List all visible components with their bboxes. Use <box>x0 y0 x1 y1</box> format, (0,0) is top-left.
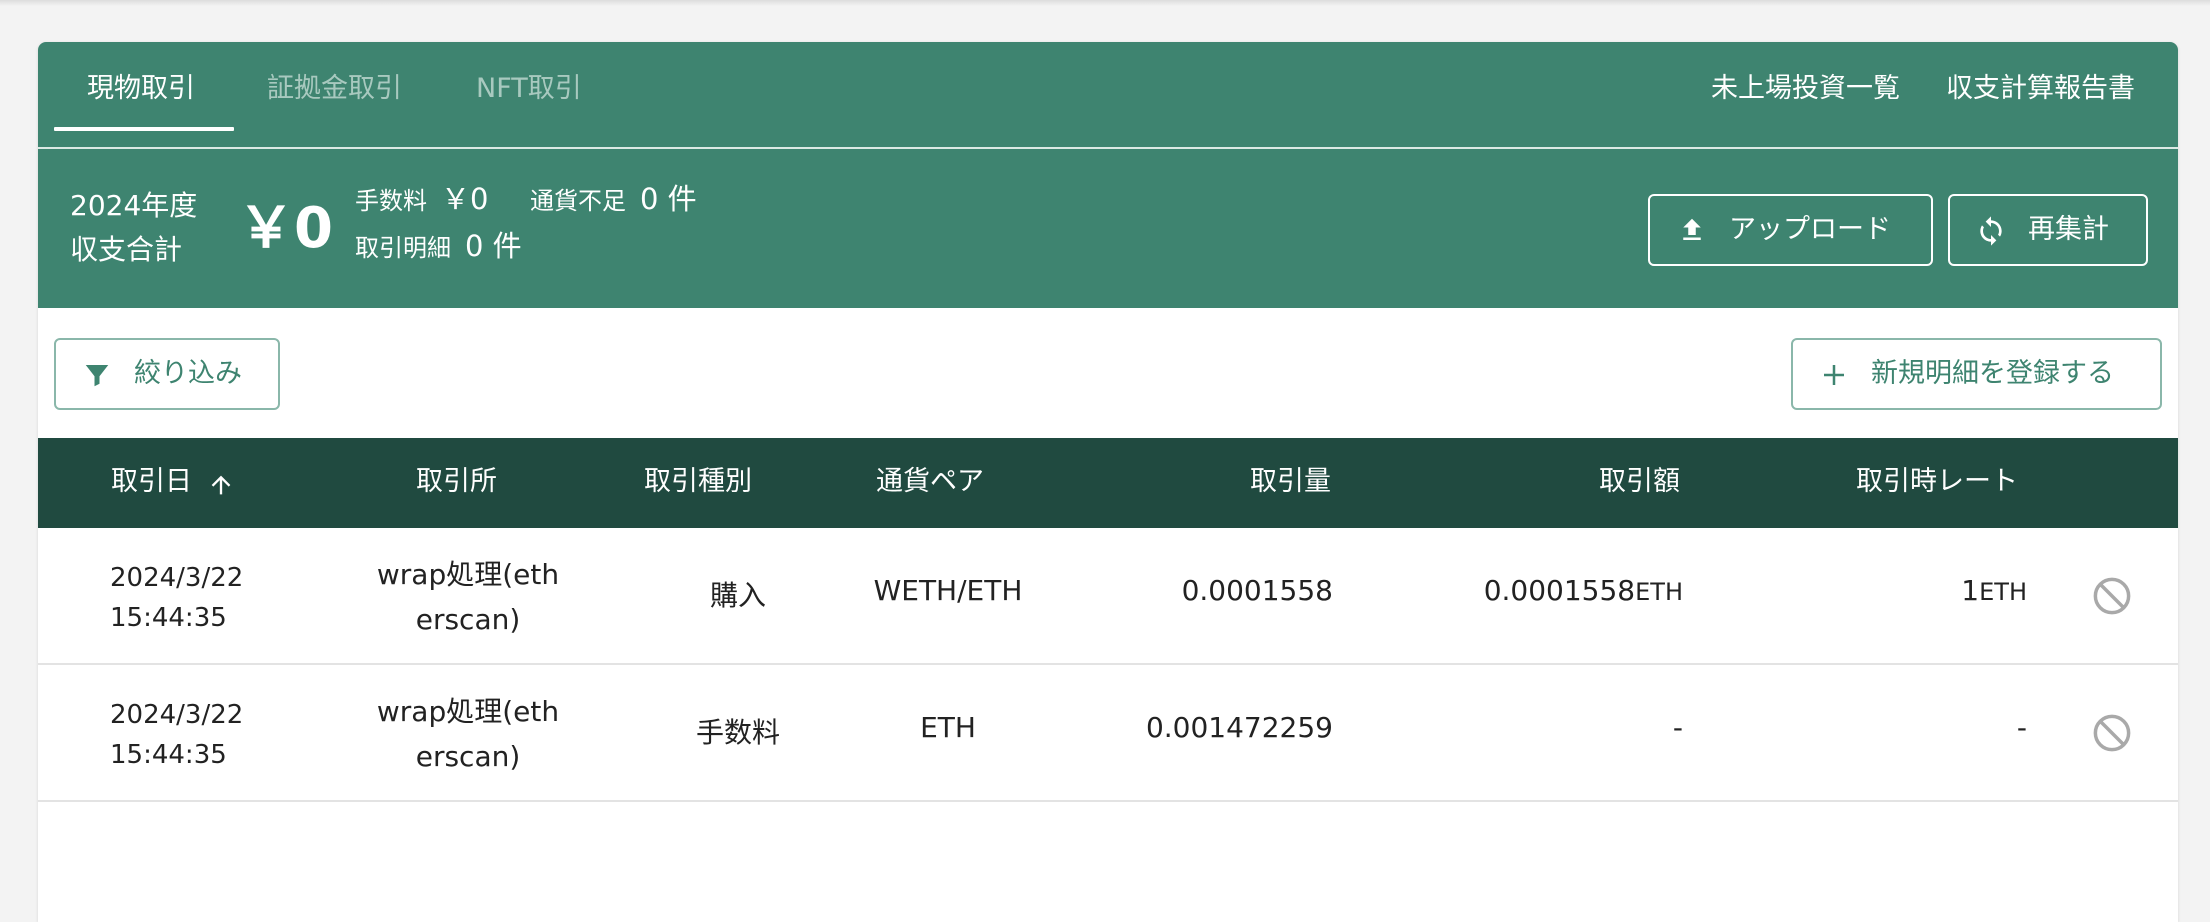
total-label: 収支合計 <box>70 233 183 266</box>
recalc-button[interactable]: 再集計 <box>1948 194 2148 266</box>
row-date: 2024/3/22 15:44:35 <box>110 695 243 775</box>
row-exchange: wrap処理(eth erscan) <box>358 552 578 642</box>
row-exchange-line2: erscan) <box>415 740 521 773</box>
income-report-link[interactable]: 収支計算報告書 <box>1946 42 2135 147</box>
col-pair: 通貨ペア <box>876 466 984 497</box>
upload-button[interactable]: アップロード <box>1648 194 1933 266</box>
col-amount: 取引額 <box>1599 466 1680 497</box>
row-exchange-line1: wrap処理(eth <box>376 695 560 728</box>
filter-icon <box>85 365 109 387</box>
row-date-time: 15:44:35 <box>110 603 227 633</box>
row-amount-value: - <box>1672 711 1683 744</box>
plus-icon <box>1824 365 1844 385</box>
upload-button-label: アップロード <box>1729 214 1891 245</box>
unlisted-investments-link[interactable]: 未上場投資一覧 <box>1711 42 1900 147</box>
row-amount: - <box>1338 711 1683 744</box>
arrow-up-icon <box>211 475 231 495</box>
row-pair: WETH/ETH <box>873 574 1023 607</box>
row-type: 手数料 <box>695 716 780 749</box>
col-date[interactable]: 取引日 <box>111 438 231 528</box>
new-entry-button[interactable]: 新規明細を登録する <box>1791 338 2162 410</box>
row-pair: ETH <box>920 711 976 744</box>
ban-icon[interactable] <box>2091 712 2133 754</box>
row-date-day: 2024/3/22 <box>110 563 244 593</box>
tab-bar: 現物取引 証拠金取引 NFT取引 未上場投資一覧 収支計算報告書 <box>38 42 2178 147</box>
detail-value: 0 件 <box>465 229 522 263</box>
row-rate: - <box>1738 711 2027 744</box>
tab-nft-trade[interactable]: NFT取引 <box>476 42 582 147</box>
row-rate-value: 1 <box>1961 574 1980 607</box>
year-label: 2024年度 <box>70 189 198 222</box>
col-type: 取引種別 <box>644 466 752 497</box>
col-date-label: 取引日 <box>111 466 192 497</box>
sync-icon <box>1980 216 2002 246</box>
filter-button-label: 絞り込み <box>134 358 242 389</box>
row-amount-unit: ETH <box>1635 578 1683 606</box>
top-shadow <box>0 0 2210 6</box>
new-entry-button-label: 新規明細を登録する <box>1871 358 2114 389</box>
col-volume: 取引量 <box>1250 466 1331 497</box>
recalc-button-label: 再集計 <box>2028 214 2109 245</box>
table-header: 取引日 取引所 取引種別 通貨ペア 取引量 取引額 取引時レート <box>38 438 2178 528</box>
row-volume: 0.001472259 <box>1145 711 1333 744</box>
row-exchange: wrap処理(eth erscan) <box>358 689 578 779</box>
table-row: 2024/3/22 15:44:35 wrap処理(eth erscan) 手数… <box>38 665 2178 802</box>
detail-label: 取引明細 <box>355 234 451 262</box>
row-volume: 0.0001558 <box>1181 574 1333 607</box>
main-card: 現物取引 証拠金取引 NFT取引 未上場投資一覧 収支計算報告書 2024年度 … <box>38 42 2178 922</box>
row-amount: 0.0001558ETH <box>1338 574 1683 607</box>
ban-icon[interactable] <box>2091 575 2133 617</box>
fee-stat: 手数料 ￥0 <box>355 179 488 221</box>
fee-label: 手数料 <box>355 187 427 215</box>
filter-button[interactable]: 絞り込み <box>54 338 280 410</box>
row-rate-value: - <box>2016 711 2027 744</box>
col-exchange: 取引所 <box>416 466 497 497</box>
detail-stat: 取引明細 0 件 <box>355 226 522 268</box>
year-block: 2024年度 収支合計 <box>70 184 197 272</box>
shortage-value: 0 件 <box>640 182 697 216</box>
total-value: ￥0 <box>238 196 333 261</box>
col-rate: 取引時レート <box>1856 466 2018 497</box>
row-exchange-line2: erscan) <box>415 603 521 636</box>
active-tab-indicator <box>54 127 234 131</box>
row-date: 2024/3/22 15:44:35 <box>110 558 243 638</box>
summary-bar: 2024年度 収支合計 ￥0 手数料 ￥0 通貨不足 0 件 取引明細 0 件 アップ… <box>38 149 2178 308</box>
row-rate: 1ETH <box>1738 574 2027 607</box>
shortage-label: 通貨不足 <box>530 187 626 215</box>
fee-value: ￥0 <box>441 182 489 216</box>
row-amount-value: 0.0001558 <box>1483 574 1636 607</box>
row-exchange-line1: wrap処理(eth <box>376 558 560 591</box>
table-row: 2024/3/22 15:44:35 wrap処理(eth erscan) 購入… <box>38 528 2178 665</box>
row-date-time: 15:44:35 <box>110 740 227 770</box>
shortage-stat: 通貨不足 0 件 <box>530 179 697 221</box>
tab-margin-trade[interactable]: 証拠金取引 <box>267 42 402 147</box>
row-rate-unit: ETH <box>1979 578 2027 606</box>
upload-icon <box>1683 218 1701 240</box>
row-date-day: 2024/3/22 <box>110 700 244 730</box>
tab-spot-trade[interactable]: 現物取引 <box>87 42 195 147</box>
row-type: 購入 <box>709 579 766 612</box>
